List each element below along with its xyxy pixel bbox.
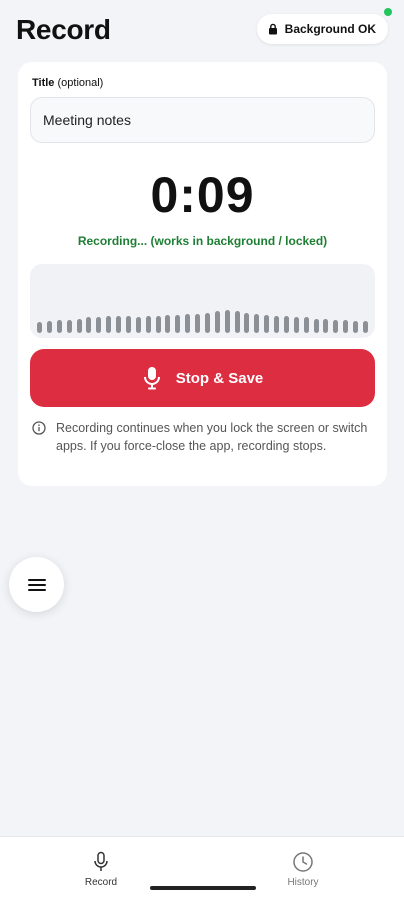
nav-history-label: History xyxy=(287,877,319,888)
stop-and-save-button[interactable]: Stop & Save xyxy=(30,349,375,407)
waveform-bar xyxy=(106,316,111,333)
waveform-bar xyxy=(304,317,309,333)
record-screen: Record Background OK Title (optional) 0:… xyxy=(0,0,404,900)
waveform-bar xyxy=(77,319,82,333)
waveform-bar xyxy=(225,310,230,333)
waveform-bar xyxy=(126,316,131,333)
waveform-bar xyxy=(47,321,52,333)
waveform-bar xyxy=(146,316,151,333)
waveform-bar xyxy=(254,314,259,333)
waveform-bar xyxy=(264,315,269,333)
microphone-icon xyxy=(143,367,160,390)
waveform-bar xyxy=(333,320,338,333)
waveform-bar xyxy=(165,315,170,333)
waveform-bar xyxy=(323,319,328,333)
waveform-bar xyxy=(235,311,240,333)
waveform-bar xyxy=(314,319,319,333)
waveform-bar xyxy=(96,317,101,333)
waveform-bar xyxy=(116,316,121,333)
waveform-bar xyxy=(353,321,358,333)
waveform-bar xyxy=(57,320,62,333)
waveform-bar xyxy=(67,320,72,333)
info-note: Recording continues when you lock the sc… xyxy=(32,419,372,455)
waveform-bar xyxy=(215,311,220,333)
microphone-icon xyxy=(94,851,108,871)
menu-button[interactable] xyxy=(9,557,64,612)
waveform-bar xyxy=(284,316,289,333)
background-status-badge[interactable]: Background OK xyxy=(256,14,388,44)
audio-waveform xyxy=(30,264,375,338)
waveform-bar xyxy=(274,316,279,333)
waveform-bar xyxy=(175,315,180,333)
lock-icon xyxy=(268,23,277,35)
stop-and-save-label: Stop & Save xyxy=(175,369,264,387)
recording-status-text: Recording... (works in background / lock… xyxy=(77,234,328,248)
nav-record-label: Record xyxy=(84,877,118,888)
waveform-bar xyxy=(294,317,299,333)
info-text: Recording continues when you lock the sc… xyxy=(56,421,368,453)
waveform-bar xyxy=(195,314,200,333)
title-input[interactable] xyxy=(30,97,375,143)
waveform-bar xyxy=(86,317,91,333)
title-label-text: Title xyxy=(32,77,55,89)
info-icon xyxy=(32,421,46,435)
bottom-navigation: Record History xyxy=(0,836,404,900)
waveform-bar xyxy=(205,313,210,333)
header: Record Background OK xyxy=(16,12,388,46)
title-optional-hint: (optional) xyxy=(57,77,104,89)
waveform-bar xyxy=(37,322,42,333)
page-title: Record xyxy=(16,14,111,45)
waveform-bar xyxy=(363,321,368,333)
hamburger-menu-icon xyxy=(27,578,46,591)
background-status-label: Background OK xyxy=(284,22,376,36)
waveform-bar xyxy=(136,317,141,333)
waveform-bar xyxy=(185,314,190,333)
recorder-card: Title (optional) 0:09 Recording... (work… xyxy=(18,62,387,486)
waveform-bar xyxy=(244,313,249,333)
clock-icon xyxy=(293,852,313,872)
recording-timer: 0:09 xyxy=(150,167,255,223)
home-indicator xyxy=(150,886,256,890)
title-field-label: Title (optional) xyxy=(32,77,103,89)
nav-item-record[interactable]: Record xyxy=(61,851,141,888)
nav-item-history[interactable]: History xyxy=(263,851,343,888)
waveform-bar xyxy=(156,316,161,333)
waveform-bar xyxy=(343,320,348,333)
